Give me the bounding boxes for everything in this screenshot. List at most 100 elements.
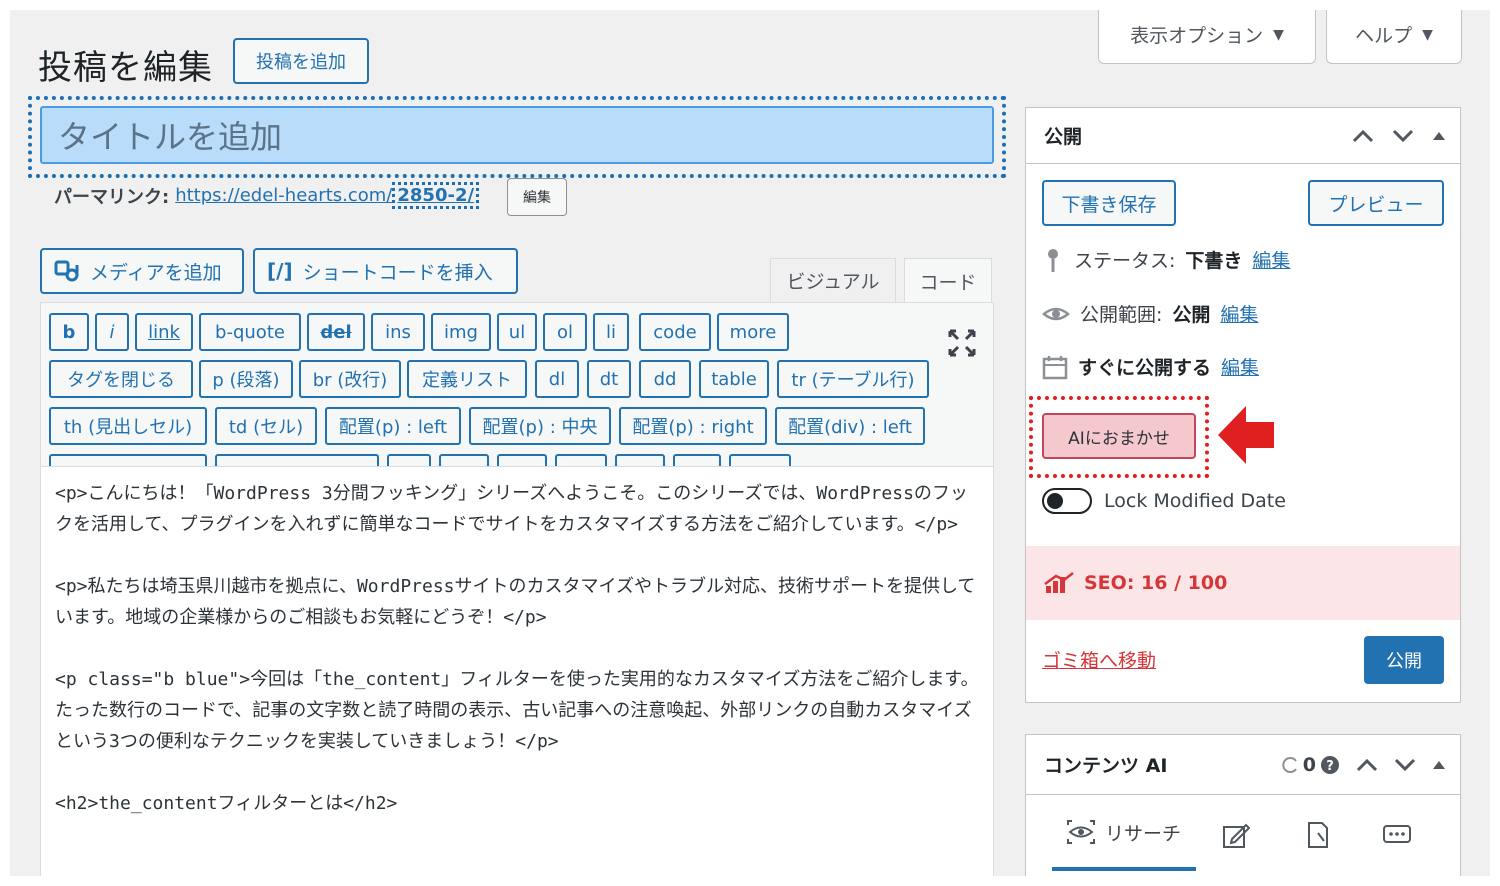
refresh-icon[interactable]: [1281, 756, 1299, 774]
move-to-trash-link[interactable]: ゴミ箱へ移動: [1042, 646, 1156, 673]
permalink-label: パーマリンク:: [54, 186, 170, 208]
ai-auto-button[interactable]: AIにおまかせ: [1042, 413, 1196, 459]
qt-bold-button[interactable]: b: [49, 313, 89, 351]
qt-align-p-center-button[interactable]: 配置(p) : 中央: [469, 407, 611, 445]
add-media-button[interactable]: メディアを追加: [40, 248, 244, 294]
qt-align-p-left-button[interactable]: 配置(p) : left: [325, 407, 461, 445]
qt-more-row-button[interactable]: [497, 454, 547, 466]
move-up-icon[interactable]: [1356, 758, 1378, 772]
help-icon[interactable]: ?: [1320, 755, 1340, 775]
qt-li-button[interactable]: li: [593, 313, 629, 351]
code-line: <h2>the_contentフィルターとは</h2>: [55, 793, 398, 814]
publish-box: 公開 下書き保存 プレビュー ステータス: 下書き 編集 公開範囲: 公開 編集…: [1025, 107, 1461, 703]
content-ai-box: コンテンツ AI 0 ? リサーチ: [1025, 734, 1461, 876]
write-icon[interactable]: [1222, 821, 1250, 849]
code-editor-textarea[interactable]: <p>こんにちは！「WordPress 3分間フッキング」シリーズへようこそ。こ…: [55, 478, 980, 850]
qt-align-p-right-button[interactable]: 配置(p) : right: [619, 407, 767, 445]
preview-button[interactable]: プレビュー: [1308, 180, 1444, 226]
insert-shortcode-label: ショートコードを挿入: [302, 261, 493, 284]
qt-td-button[interactable]: td (セル): [215, 407, 317, 445]
schedule-value: すぐに公開する: [1078, 357, 1212, 379]
qt-definition-list-button[interactable]: 定義リスト: [407, 360, 527, 398]
help-label: ヘルプ: [1355, 25, 1413, 47]
qt-more-row-button[interactable]: [673, 454, 721, 466]
qt-code-button[interactable]: code: [639, 313, 711, 351]
pin-icon: [1048, 248, 1058, 272]
schedule-row: すぐに公開する 編集: [1042, 353, 1259, 380]
lock-modified-date-toggle[interactable]: [1042, 488, 1092, 514]
post-title-input[interactable]: タイトルを追加: [40, 106, 994, 164]
content-ai-header: コンテンツ AI 0 ?: [1026, 735, 1460, 795]
collapse-toggle-icon[interactable]: [1432, 760, 1446, 770]
credits-indicator: 0 ?: [1281, 754, 1340, 776]
qt-italic-button[interactable]: i: [95, 313, 129, 351]
visibility-label: 公開範囲:: [1080, 304, 1163, 326]
pointer-arrow-icon: [1218, 406, 1274, 464]
save-draft-button[interactable]: 下書き保存: [1042, 180, 1176, 226]
publish-box-title: 公開: [1044, 126, 1083, 148]
screen-options-label: 表示オプション: [1130, 25, 1264, 47]
status-edit-link[interactable]: 編集: [1252, 246, 1290, 273]
qt-paragraph-button[interactable]: p (段落): [199, 360, 293, 398]
qt-more-row-button[interactable]: [615, 454, 665, 466]
permalink-slug[interactable]: 2850-2/: [392, 182, 480, 209]
publish-button[interactable]: 公開: [1364, 636, 1444, 684]
shortcode-icon: [/]: [267, 259, 293, 283]
collapse-toggle-icon[interactable]: [1432, 131, 1446, 141]
move-down-icon[interactable]: [1392, 129, 1414, 143]
move-up-icon[interactable]: [1352, 129, 1374, 143]
screen-options-button[interactable]: 表示オプション ▼: [1098, 10, 1316, 64]
add-new-post-button[interactable]: 投稿を追加: [233, 38, 369, 84]
content-ai-tabs: リサーチ: [1026, 797, 1460, 873]
qt-more-row-button[interactable]: [387, 454, 431, 466]
help-button[interactable]: ヘルプ ▼: [1326, 10, 1462, 64]
visibility-row: 公開範囲: 公開 編集: [1042, 300, 1258, 327]
qt-ol-button[interactable]: ol: [543, 313, 587, 351]
qt-more-row-button[interactable]: [555, 454, 607, 466]
qt-blockquote-button[interactable]: b-quote: [199, 313, 301, 351]
toggle-knob: [1047, 493, 1063, 509]
tab-visual[interactable]: ビジュアル: [770, 258, 896, 303]
qt-more-button[interactable]: more: [717, 313, 789, 351]
move-down-icon[interactable]: [1394, 758, 1416, 772]
seo-score-panel[interactable]: SEO: 16 / 100: [1026, 546, 1460, 620]
schedule-edit-link[interactable]: 編集: [1221, 353, 1259, 380]
tab-research[interactable]: リサーチ: [1052, 797, 1196, 871]
qt-dd-button[interactable]: dd: [639, 360, 691, 398]
qt-ul-button[interactable]: ul: [497, 313, 537, 351]
permalink-url-link[interactable]: https://edel-hearts.com/: [175, 185, 392, 206]
insert-shortcode-button[interactable]: [/] ショートコードを挿入: [253, 248, 518, 294]
qt-close-tags-button[interactable]: タグを閉じる: [49, 360, 193, 398]
code-line: <p>こんにちは！「WordPress 3分間フッキング」シリーズへようこそ。こ…: [55, 483, 968, 535]
qt-ins-button[interactable]: ins: [371, 313, 425, 351]
qt-more-row-button[interactable]: [729, 454, 791, 466]
chat-icon[interactable]: [1382, 823, 1412, 847]
qt-more-row-button[interactable]: [439, 454, 489, 466]
fullscreen-icon[interactable]: [946, 327, 978, 359]
editor-container: b i link b-quote del ins img ul ol li co…: [40, 302, 994, 876]
permalink-edit-button[interactable]: 編集: [507, 178, 567, 216]
qt-table-button[interactable]: table: [699, 360, 769, 398]
lock-modified-date-label: Lock Modified Date: [1104, 490, 1286, 512]
qt-more-row-button[interactable]: [215, 454, 379, 466]
visibility-edit-link[interactable]: 編集: [1220, 300, 1258, 327]
qt-align-div-left-button[interactable]: 配置(div) : left: [775, 407, 925, 445]
qt-tr-button[interactable]: tr (テーブル行): [777, 360, 929, 398]
qt-br-button[interactable]: br (改行): [299, 360, 401, 398]
qt-dt-button[interactable]: dt: [587, 360, 631, 398]
qt-dl-button[interactable]: dl: [535, 360, 579, 398]
research-eye-icon: [1066, 820, 1095, 844]
code-line: <p>私たちは埼玉県川越市を拠点に、WordPressサイトのカスタマイズやトラ…: [55, 576, 976, 628]
qt-th-button[interactable]: th (見出しセル): [49, 407, 207, 445]
qt-del-button[interactable]: del: [307, 313, 365, 351]
code-line: <p class="b blue">今回は「the_content」フィルターを…: [55, 669, 979, 752]
permalink-row: パーマリンク: https://edel-hearts.com/2850-2/: [54, 182, 480, 209]
credits-count: 0: [1302, 753, 1316, 776]
tab-code[interactable]: コード: [904, 258, 992, 304]
qt-link-button[interactable]: link: [135, 313, 193, 351]
qt-more-row-button[interactable]: [49, 454, 207, 466]
page-title: 投稿を編集: [38, 48, 213, 88]
document-icon[interactable]: [1306, 821, 1330, 849]
content-ai-title: コンテンツ AI: [1044, 755, 1168, 777]
qt-img-button[interactable]: img: [431, 313, 491, 351]
